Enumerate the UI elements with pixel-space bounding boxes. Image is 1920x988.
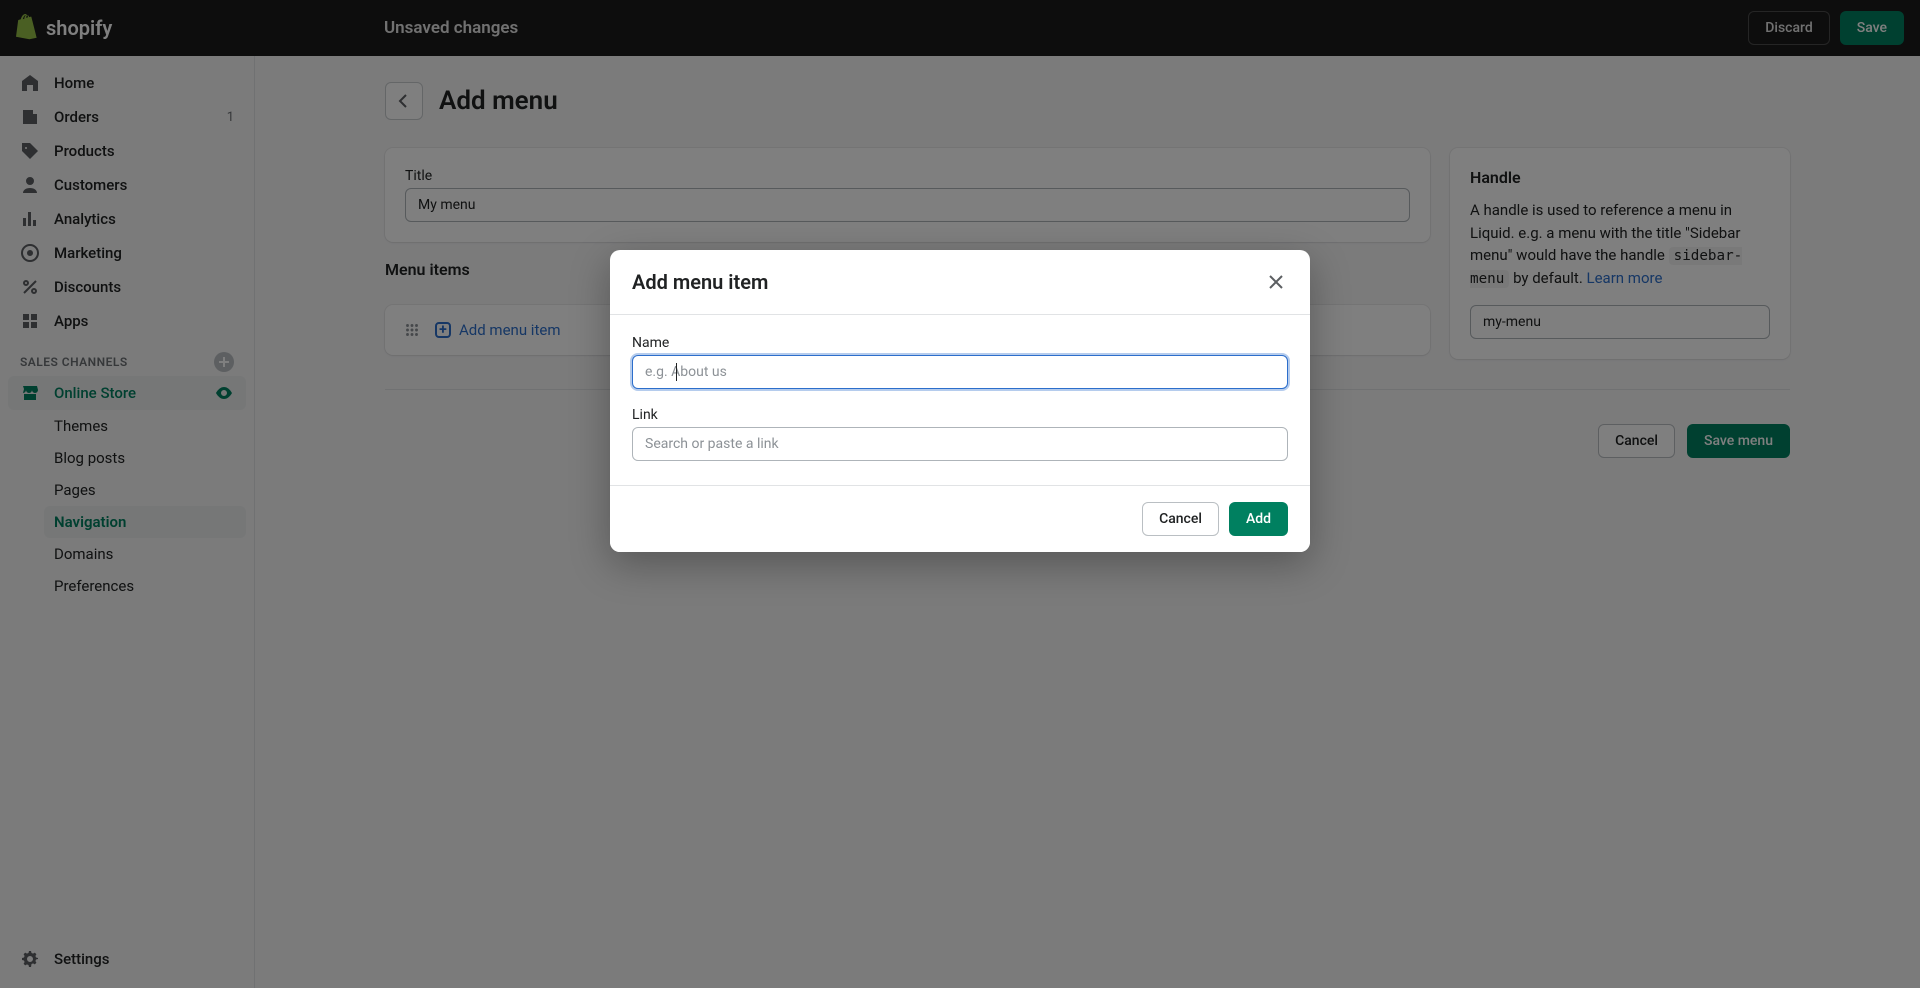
name-input[interactable] <box>632 355 1288 389</box>
modal-title: Add menu item <box>632 270 768 294</box>
text-caret <box>676 363 677 381</box>
modal-overlay[interactable]: Add menu item Name Link <box>0 0 1920 988</box>
modal-cancel-button[interactable]: Cancel <box>1142 502 1219 536</box>
modal-add-button[interactable]: Add <box>1229 502 1288 536</box>
name-label: Name <box>632 335 1288 351</box>
add-menu-item-modal: Add menu item Name Link <box>610 250 1310 552</box>
link-label: Link <box>632 407 1288 423</box>
close-icon <box>1266 272 1286 292</box>
link-input[interactable] <box>632 427 1288 461</box>
modal-close-button[interactable] <box>1264 270 1288 294</box>
